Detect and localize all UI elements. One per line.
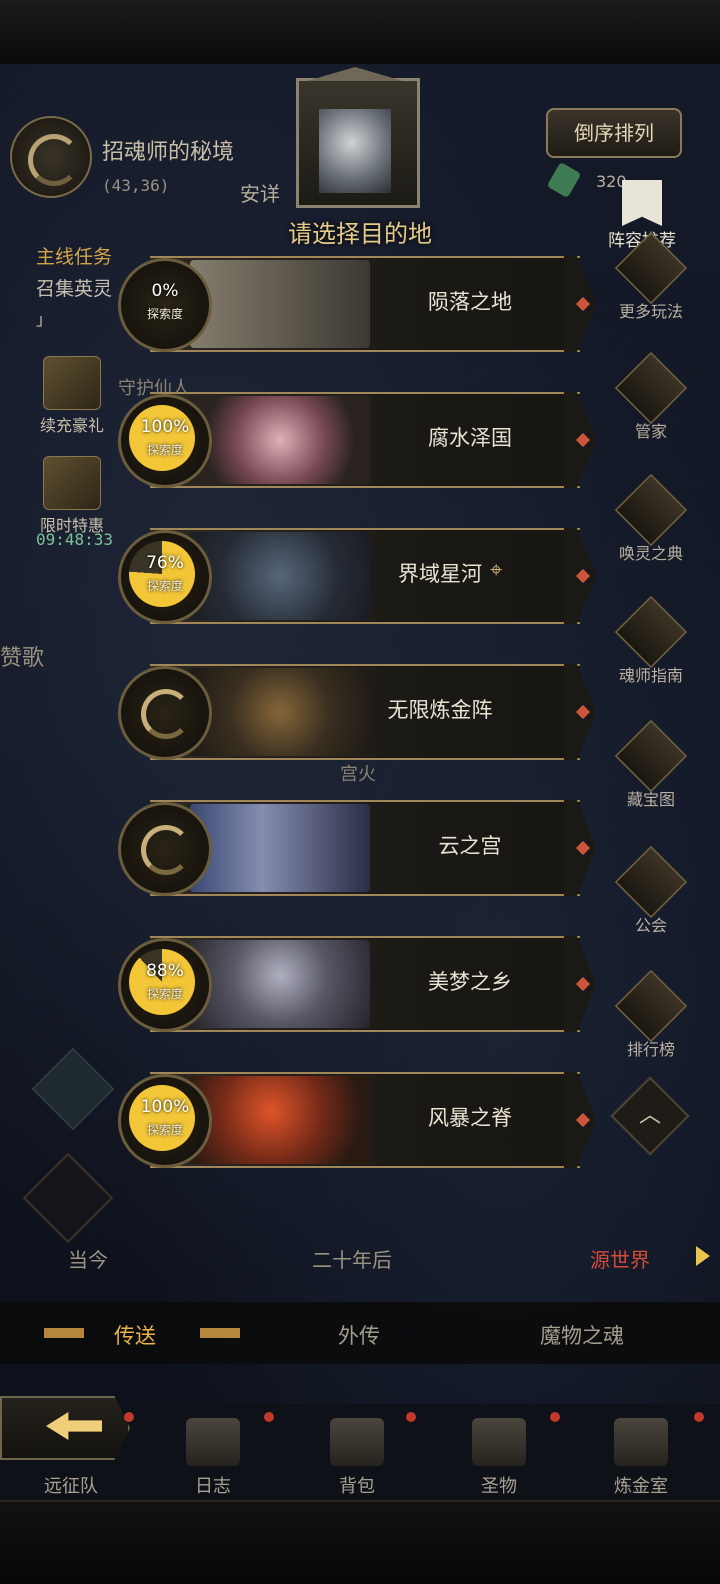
nav-alchemy[interactable]: 炼金室 <box>586 1418 696 1498</box>
scroll-icon <box>614 719 688 793</box>
progress-medal: 100% 探索度 <box>118 394 212 488</box>
quill-icon <box>614 351 688 425</box>
destination-card[interactable]: 美梦之乡 <box>150 936 596 1032</box>
rail-button-leaderboard[interactable]: 排行榜 <box>606 969 696 1060</box>
destination-card[interactable]: 腐水泽国 <box>150 392 596 488</box>
modal-title: 请选择目的地 <box>288 220 432 248</box>
notification-dot-icon <box>406 1412 416 1422</box>
tab-side-story[interactable]: 外传 <box>338 1320 380 1350</box>
location-emblem-icon[interactable] <box>10 116 92 198</box>
location-name: 招魂师的秘境 <box>102 140 235 165</box>
gift-chest-icon <box>43 356 101 410</box>
quest-description[interactable]: 召集英灵 <box>36 274 112 301</box>
goblet-icon <box>472 1418 526 1466</box>
rail-button-treasure-map[interactable]: 藏宝图 <box>606 719 696 810</box>
tab-monster-soul[interactable]: 魔物之魂 <box>540 1320 624 1350</box>
era-twenty-years[interactable]: 二十年后 <box>312 1244 392 1273</box>
destination-art-image <box>190 260 370 348</box>
destination-art-image <box>190 1076 370 1164</box>
location-coords: (43,36) <box>102 176 170 195</box>
rail-button-summon-codex[interactable]: 唤灵之典 <box>606 473 696 564</box>
swirl-icon <box>141 689 191 739</box>
progress-medal: 76% 探索度 <box>118 530 212 624</box>
location-pin-icon: ⌖ <box>490 558 503 583</box>
nav-bag[interactable]: 背包 <box>302 1418 412 1498</box>
notification-dot-icon <box>694 1412 704 1422</box>
nav-relic[interactable]: 圣物 <box>444 1418 554 1498</box>
limited-offer-timer: 09:48:33 <box>36 530 114 549</box>
partial-map-label: 安详 <box>240 182 280 206</box>
rail-button-guide[interactable]: 魂师指南 <box>606 595 696 686</box>
locked-medal <box>118 666 212 760</box>
tab-wing-right-icon <box>200 1328 240 1338</box>
map-fragment-label: 赞歌 <box>0 646 45 671</box>
nav-journal[interactable]: 日志 <box>158 1418 268 1498</box>
gift-box-icon <box>43 456 101 510</box>
progress-medal: 88% 探索度 <box>118 938 212 1032</box>
destination-card[interactable]: 陨落之地 <box>150 256 596 352</box>
compass-icon <box>614 595 688 669</box>
swirl-icon <box>141 825 191 875</box>
progress-medal: 0% 探索度 <box>118 258 212 352</box>
backpack-icon <box>330 1418 384 1466</box>
character-portrait[interactable] <box>296 67 420 208</box>
destination-art-image <box>190 396 370 484</box>
era-now[interactable]: 当今 <box>68 1244 108 1273</box>
character-face-icon <box>319 109 391 193</box>
quest-mark: 」 <box>36 310 53 329</box>
destination-card[interactable]: 无限炼金阵 <box>150 664 596 760</box>
nav-expedition[interactable]: 远征队 <box>16 1418 126 1498</box>
locked-medal <box>118 802 212 896</box>
destination-art-image <box>190 940 370 1028</box>
trophy-icon <box>614 969 688 1043</box>
tab-wing-left-icon <box>44 1328 84 1338</box>
notification-dot-icon <box>124 1412 134 1422</box>
destination-card[interactable]: 云之宫 <box>150 800 596 896</box>
book-icon <box>614 473 688 547</box>
progress-medal: 100% 探索度 <box>118 1074 212 1168</box>
journal-icon <box>186 1418 240 1466</box>
destination-card[interactable]: 风暴之脊 <box>150 1072 596 1168</box>
chevron-up-icon: ︿ <box>638 1103 661 1128</box>
rail-button-steward[interactable]: 管家 <box>606 351 696 442</box>
notification-dot-icon <box>264 1412 274 1422</box>
rail-button-guild[interactable]: 公会 <box>606 845 696 936</box>
notification-dot-icon <box>550 1412 560 1422</box>
recharge-gift-button[interactable]: 续充豪礼 <box>32 356 112 436</box>
tab-teleport[interactable]: 传送 <box>114 1320 156 1350</box>
map-fragment-label: 宫火 <box>340 764 376 785</box>
guild-crest-icon <box>614 845 688 919</box>
destination-art-image <box>190 804 370 892</box>
bottom-frame <box>0 1500 720 1584</box>
destination-card-current[interactable]: 界域星河 ⌖ <box>150 528 596 624</box>
alchemy-icon <box>614 1418 668 1466</box>
era-origin-world[interactable]: 源世界 <box>590 1244 650 1273</box>
reverse-sort-button[interactable]: 倒序排列 <box>546 108 682 158</box>
top-frame <box>0 0 720 66</box>
limited-offer-button[interactable]: 限时特惠 <box>32 456 112 536</box>
